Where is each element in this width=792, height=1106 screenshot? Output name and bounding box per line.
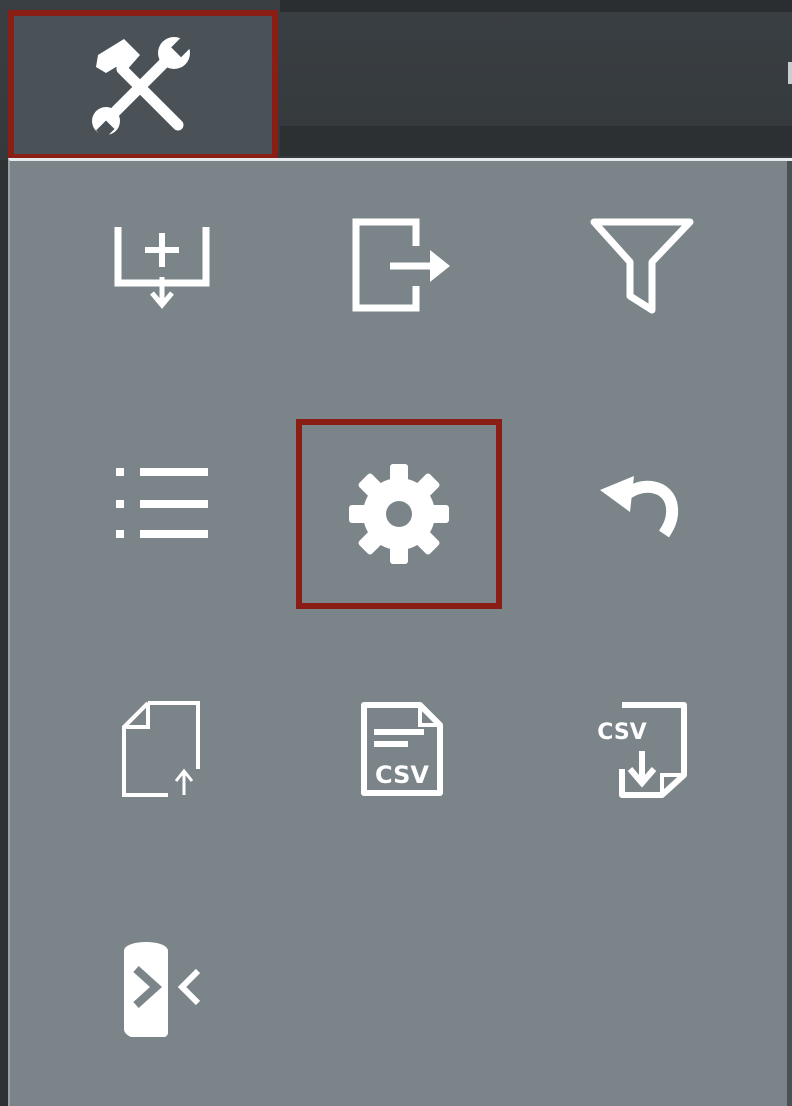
exchange-icon: [124, 942, 201, 1037]
list-icon: [116, 468, 208, 538]
toolbar-lower-strip: [280, 126, 792, 156]
tools-button[interactable]: [8, 10, 278, 160]
csv-download-text: CSV: [597, 720, 646, 745]
panel-right-edge: [787, 161, 792, 1106]
undo-icon: [600, 476, 679, 538]
exchange-button[interactable]: [92, 927, 232, 1047]
filter-icon: [590, 218, 694, 314]
csv-file-text: CSV: [375, 761, 429, 789]
settings-button[interactable]: [296, 419, 502, 609]
export-icon: [352, 218, 450, 312]
list-button[interactable]: [92, 443, 232, 563]
import-button[interactable]: [92, 205, 232, 325]
app-window: CSV CSV: [0, 0, 792, 1106]
toolbar-edge-marker: [788, 62, 792, 84]
csv-download-icon: CSV: [597, 702, 687, 798]
top-toolbar: [0, 0, 792, 160]
toolbar-strip: [280, 0, 792, 12]
undo-button[interactable]: [572, 443, 712, 563]
gear-icon: [349, 464, 449, 564]
import-icon: [114, 227, 210, 309]
export-button[interactable]: [332, 205, 472, 325]
filter-button[interactable]: [572, 205, 712, 325]
upload-file-button[interactable]: [92, 689, 232, 809]
csv-file-button[interactable]: CSV: [332, 689, 472, 809]
file-upload-icon: [122, 701, 200, 797]
csv-download-button[interactable]: CSV: [572, 689, 712, 809]
tools-menu-panel: CSV CSV: [8, 158, 792, 1106]
csv-file-icon: CSV: [361, 702, 443, 796]
tools-icon: [92, 36, 193, 135]
